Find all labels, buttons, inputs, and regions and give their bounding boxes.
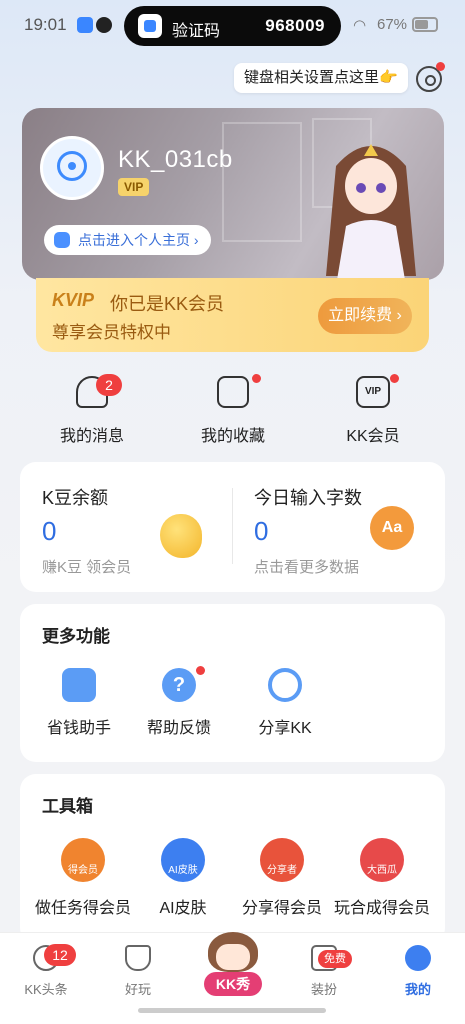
wifi-icon: ◠: [353, 17, 367, 34]
tab-label: 我的: [404, 982, 431, 997]
quick-label: KK会员: [346, 428, 400, 445]
status-bar: 19:01 验证码 968009 ◠ 67%: [0, 0, 465, 52]
share-vip-icon: 分享者: [260, 838, 304, 882]
verification-code: 968009: [265, 16, 325, 35]
share-icon: [268, 668, 302, 702]
vip-badge: VIP: [118, 178, 150, 196]
quick-messages[interactable]: 我的消息: [42, 376, 142, 446]
settings-red-dot: [436, 62, 445, 71]
section-title: 更多功能: [42, 627, 110, 646]
qq-icon: [96, 17, 112, 33]
keyboard-settings-tip[interactable]: 键盘相关设置点这里👉: [234, 63, 408, 93]
input-count-subtitle: 点击看更多数据: [254, 559, 360, 576]
vip-banner[interactable]: KVIP 你已是KK会员 尊享会员特权中 立即续费 ›: [36, 278, 429, 352]
free-badge: 免费: [318, 950, 352, 968]
tool-share-vip[interactable]: 分享者 分享得会员: [227, 838, 337, 918]
ai-skin-icon: AI皮肤: [161, 838, 205, 882]
tab-fun[interactable]: 好玩: [98, 945, 178, 998]
feature-label: 分享KK: [258, 720, 312, 737]
folder-star-icon: [217, 376, 249, 408]
kk-show-label: KK秀: [204, 972, 262, 996]
help-red-dot: [196, 666, 205, 675]
tab-label: 好玩: [124, 982, 151, 997]
saving-icon: [62, 668, 96, 702]
tool-ai-skin[interactable]: AI皮肤 AI皮肤: [128, 838, 238, 918]
kvip-logo: KVIP: [52, 290, 95, 310]
input-count-value: 0: [254, 516, 269, 546]
vip-crown-icon: VIP: [356, 376, 390, 408]
task-vip-icon: 得会员: [61, 838, 105, 882]
toolbox-card: 工具箱 得会员 做任务得会员 AI皮肤 AI皮肤 分享者 分享得会员 大西瓜 玩…: [20, 774, 445, 944]
verification-app-icon: [138, 14, 162, 38]
mascot-face: [216, 944, 250, 970]
tool-merge-game[interactable]: 大西瓜 玩合成得会员: [327, 838, 437, 918]
tool-label: 分享得会员: [241, 900, 322, 917]
profile-home-label: 点击进入个人主页 ›: [78, 232, 199, 248]
chat-icon: [54, 232, 70, 248]
quick-kk-vip[interactable]: VIP KK会员: [323, 376, 423, 446]
quick-label: 我的消息: [59, 428, 124, 445]
news-count-badge: 12: [44, 944, 76, 966]
feature-help-feedback[interactable]: ? 帮助反馈: [124, 668, 234, 738]
tab-kk-show[interactable]: KK秀: [200, 932, 266, 998]
k-bean-icon: [160, 514, 202, 558]
tab-mine[interactable]: 我的: [378, 945, 458, 998]
battery-percent: 67%: [377, 16, 408, 33]
favorites-red-dot: [252, 374, 261, 383]
help-icon: ?: [162, 668, 196, 702]
notification-pill[interactable]: 验证码 968009: [124, 6, 341, 46]
profile-card[interactable]: KK_031cb VIP 点击进入个人主页 ›: [22, 108, 444, 280]
message-count-badge: 2: [96, 374, 122, 396]
tool-label: AI皮肤: [159, 900, 207, 917]
feature-saving-assistant[interactable]: 省钱助手: [24, 668, 134, 738]
battery-icon: [412, 17, 438, 32]
vip-subtitle: 尊享会员特权中: [52, 323, 171, 342]
home-indicator[interactable]: [138, 1008, 326, 1013]
tool-label: 做任务得会员: [34, 900, 131, 917]
vip-title: 你已是KK会员: [110, 294, 225, 314]
notification-title: 验证码: [172, 23, 221, 40]
username: KK_031cb: [118, 146, 233, 173]
app-notification-icon: [77, 17, 93, 33]
renew-button[interactable]: 立即续费 ›: [318, 298, 412, 334]
avatar[interactable]: [40, 136, 104, 200]
avatar-camera-icon: [57, 151, 87, 181]
merge-game-icon: 大西瓜: [360, 838, 404, 882]
section-title: 工具箱: [42, 797, 93, 816]
tab-label: KK头条: [24, 982, 68, 997]
quick-favorites[interactable]: 我的收藏: [183, 376, 283, 446]
profile-home-button[interactable]: 点击进入个人主页 ›: [44, 225, 211, 255]
tool-task-vip[interactable]: 得会员 做任务得会员: [28, 838, 138, 918]
status-time: 19:01: [24, 15, 67, 34]
vip-red-dot: [390, 374, 399, 383]
tab-label: 装扮: [310, 982, 337, 997]
more-features-card: 更多功能 省钱助手 ? 帮助反馈 分享KK: [20, 604, 445, 762]
background-shelf: [222, 122, 302, 242]
input-count-title: 今日输入字数: [254, 488, 362, 508]
feature-label: 帮助反馈: [146, 720, 211, 737]
stats-card: K豆余额 0 赚K豆 领会员 今日输入字数 0 点击看更多数据 Aa: [20, 462, 445, 592]
flask-icon: [125, 945, 151, 971]
kdou-subtitle: 赚K豆 领会员: [42, 559, 132, 576]
quick-label: 我的收藏: [200, 428, 265, 445]
kdou-title: K豆余额: [42, 488, 109, 508]
text-aa-icon: Aa: [370, 506, 414, 550]
anime-girl-mascot: [326, 144, 416, 280]
feature-label: 省钱助手: [46, 720, 111, 737]
profile-tab-icon: [405, 945, 431, 971]
divider: [232, 488, 233, 564]
kdou-value: 0: [42, 516, 57, 546]
feature-share-kk[interactable]: 分享KK: [230, 668, 340, 738]
tool-label: 玩合成得会员: [333, 900, 430, 917]
